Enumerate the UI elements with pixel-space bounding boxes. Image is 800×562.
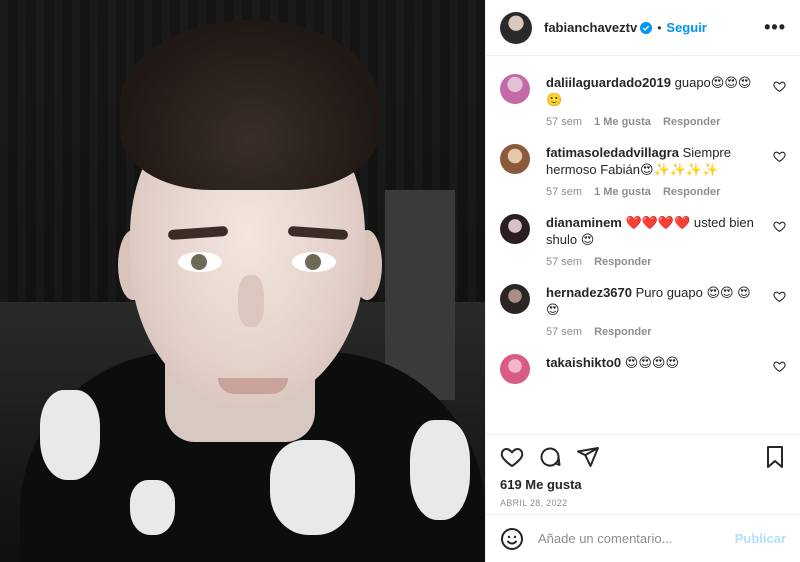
comment-message: 😍😍😍😍	[624, 355, 679, 370]
bookmark-icon[interactable]	[764, 445, 786, 469]
comment-avatar[interactable]	[500, 74, 530, 104]
comment-input[interactable]: Añade un comentario...	[538, 531, 672, 546]
like-comment-icon[interactable]	[773, 220, 786, 233]
comment-time: 57 sem	[546, 256, 583, 268]
eye	[292, 252, 336, 272]
shirt-print	[40, 390, 100, 480]
comment-meta: 57 sem 1 Me gusta Responder	[546, 186, 762, 198]
comment-text: dianaminem ❤️❤️❤️❤️ usted bien shulo 😍	[546, 214, 762, 248]
comment-text: fatimasoledadvillagra Siempre hermoso Fa…	[546, 144, 762, 178]
comment-meta: 57 sem Responder	[546, 256, 762, 268]
comment-item: dianaminem ❤️❤️❤️❤️ usted bien shulo 😍 5…	[500, 204, 786, 274]
emoji-icon[interactable]	[500, 527, 524, 551]
action-icons	[500, 445, 786, 469]
comment-text: takaishikto0 😍😍😍😍	[546, 354, 762, 371]
shirt-print	[410, 420, 470, 520]
separator-dot: •	[657, 20, 662, 35]
comment-avatar[interactable]	[500, 354, 530, 384]
post-sidebar: fabianchaveztv • Seguir ••• daliilaguard…	[485, 0, 800, 562]
hair	[120, 20, 380, 190]
reply-button[interactable]: Responder	[663, 116, 720, 128]
comments-list[interactable]: daliilaguardado2019 guapo😍😍😍 🙂 57 sem 1 …	[486, 56, 800, 434]
nose	[238, 275, 264, 327]
comment-time: 57 sem	[546, 116, 583, 128]
like-comment-icon[interactable]	[773, 290, 786, 303]
comment-item: fatimasoledadvillagra Siempre hermoso Fa…	[500, 134, 786, 204]
comment-text: hernadez3670 Puro guapo 😍😍 😍😍	[546, 284, 762, 318]
shirt-print	[270, 440, 355, 535]
comment-username[interactable]: hernadez3670	[546, 285, 632, 300]
comment-meta: 57 sem Responder	[546, 326, 762, 338]
comment-time: 57 sem	[546, 326, 583, 338]
post-photo[interactable]	[0, 0, 485, 562]
reply-button[interactable]: Responder	[594, 256, 651, 268]
publish-button[interactable]: Publicar	[735, 531, 786, 546]
comment-username[interactable]: fatimasoledadvillagra	[546, 145, 679, 160]
like-comment-icon[interactable]	[773, 360, 786, 373]
post-date: ABRIL 28, 2022	[500, 498, 568, 508]
heart-icon[interactable]	[500, 445, 524, 469]
comment-icon[interactable]	[538, 445, 562, 469]
comment-item: hernadez3670 Puro guapo 😍😍 😍😍 57 sem Res…	[500, 274, 786, 344]
add-comment-bar: Añade un comentario... Publicar	[486, 514, 800, 562]
shirt-print	[130, 480, 175, 535]
comment-username[interactable]: daliilaguardado2019	[546, 75, 671, 90]
like-comment-icon[interactable]	[773, 150, 786, 163]
comment-avatar[interactable]	[500, 214, 530, 244]
comment-item: takaishikto0 😍😍😍😍	[500, 344, 786, 390]
verified-icon	[640, 21, 653, 34]
comment-username[interactable]: dianaminem	[546, 215, 622, 230]
post-header: fabianchaveztv • Seguir •••	[486, 0, 800, 56]
more-icon[interactable]: •••	[764, 17, 786, 38]
mouth	[218, 378, 288, 394]
comment-meta: 57 sem 1 Me gusta Responder	[546, 116, 762, 128]
comment-text: daliilaguardado2019 guapo😍😍😍 🙂	[546, 74, 762, 108]
avatar[interactable]	[500, 11, 532, 44]
comment-username[interactable]: takaishikto0	[546, 355, 621, 370]
username[interactable]: fabianchaveztv	[544, 20, 637, 35]
comment-likes[interactable]: 1 Me gusta	[594, 186, 651, 198]
eye	[178, 252, 222, 272]
follow-button[interactable]: Seguir	[666, 20, 706, 35]
like-comment-icon[interactable]	[773, 80, 786, 93]
comment-item: daliilaguardado2019 guapo😍😍😍 🙂 57 sem 1 …	[500, 64, 786, 134]
comment-avatar[interactable]	[500, 144, 530, 174]
comment-avatar[interactable]	[500, 284, 530, 314]
reply-button[interactable]: Responder	[594, 326, 651, 338]
reply-button[interactable]: Responder	[663, 186, 720, 198]
comment-likes[interactable]: 1 Me gusta	[594, 116, 651, 128]
share-icon[interactable]	[576, 445, 600, 469]
likes-count[interactable]: 619 Me gusta	[500, 477, 786, 492]
comment-time: 57 sem	[546, 186, 583, 198]
post-actions: 619 Me gusta ABRIL 28, 2022	[486, 434, 800, 514]
